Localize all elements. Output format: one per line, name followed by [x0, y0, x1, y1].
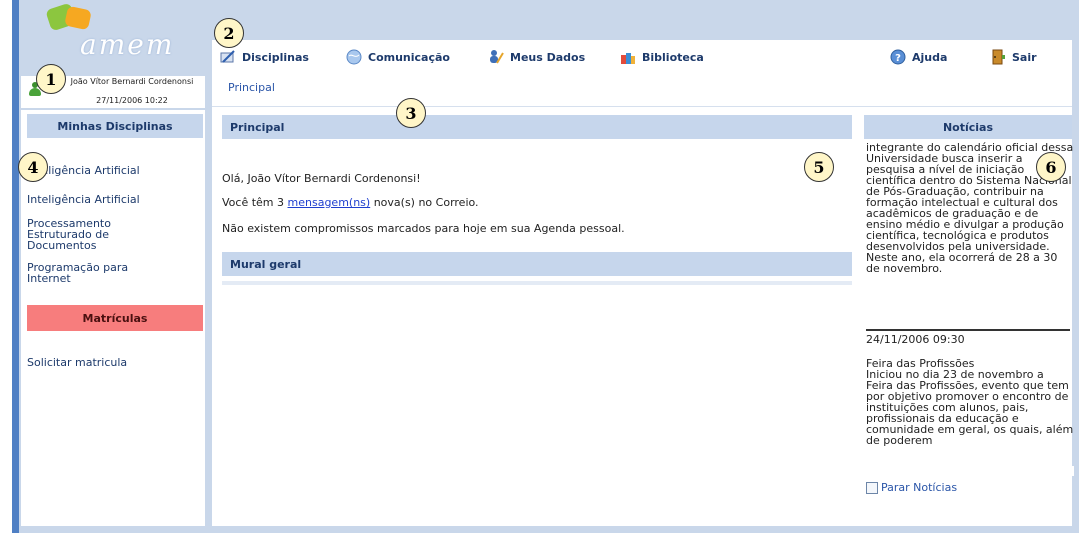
nav-disciplinas[interactable]: Disciplinas	[220, 48, 309, 66]
enroll-title: Matrículas	[27, 305, 203, 331]
user-datetime: 27/11/2006 10:22	[96, 96, 168, 105]
nav-disciplinas-label: Disciplinas	[242, 50, 309, 64]
globe-icon	[346, 49, 362, 65]
messages-suffix: nova(s) no Correio.	[370, 196, 479, 209]
nav-meus-dados-label: Meus Dados	[510, 50, 586, 64]
breadcrumb-bar	[212, 78, 1072, 107]
book-pen-icon	[220, 49, 236, 65]
nav-ajuda[interactable]: ? Ajuda	[890, 48, 947, 66]
enroll-request-link[interactable]: Solicitar matricula	[27, 357, 127, 368]
callout-1: 1	[36, 64, 66, 94]
breadcrumb[interactable]: Principal	[228, 81, 275, 94]
svg-text:?: ?	[895, 53, 901, 64]
nav-meus-dados[interactable]: Meus Dados	[488, 48, 585, 66]
callout-2: 2	[214, 18, 244, 48]
news-item-1-date: 24/11/2006 09:30	[866, 333, 965, 346]
stop-news-label: Parar Notícias	[881, 481, 958, 494]
messages-link[interactable]: mensagem(ns)	[288, 196, 371, 209]
messages-prefix: Você têm 3	[222, 196, 288, 209]
window-left-bar	[12, 0, 19, 533]
logo-text: amem	[80, 28, 175, 61]
nav-biblioteca[interactable]: Biblioteca	[620, 48, 704, 66]
sidebar-course-3[interactable]: Processamento Estruturado de Documentos	[27, 218, 147, 251]
user-name: João Vítor Bernardi Cordenonsi	[70, 77, 194, 86]
mural-content	[222, 281, 852, 285]
user-edit-icon	[488, 49, 504, 65]
nav-comunicacao[interactable]: Comunicação	[346, 48, 450, 66]
messages-line: Você têm 3 mensagem(ns) nova(s) no Corre…	[222, 196, 479, 209]
exit-door-icon	[990, 49, 1006, 65]
nav-comunicacao-label: Comunicação	[368, 50, 450, 64]
news-item-2-text: Iniciou no dia 23 de novembro a Feira da…	[866, 368, 1074, 447]
greeting-text: Olá, João Vítor Bernardi Cordenonsi!	[222, 172, 421, 185]
window-edge	[0, 0, 12, 533]
stop-news-toggle[interactable]: Parar Notícias	[866, 481, 957, 494]
callout-4: 4	[18, 152, 48, 182]
news-title: Notícias	[864, 115, 1072, 139]
nav-ajuda-label: Ajuda	[912, 50, 948, 64]
callout-3: 3	[396, 98, 426, 128]
nav-sair-label: Sair	[1012, 50, 1037, 64]
sidebar-course-1[interactable]: Inteligência Artificial	[27, 165, 197, 176]
nav-biblioteca-label: Biblioteca	[642, 50, 704, 64]
callout-6: 6	[1036, 152, 1066, 182]
news-divider	[866, 329, 1070, 331]
agenda-text: Não existem compromissos marcados para h…	[222, 222, 625, 235]
library-books-icon	[620, 49, 636, 65]
sidebar-title: Minhas Disciplinas	[27, 114, 203, 138]
main-title: Principal	[222, 115, 852, 139]
mural-title: Mural geral	[222, 252, 852, 276]
checkbox-icon[interactable]	[866, 481, 878, 494]
sidebar-course-4[interactable]: Programação para Internet	[27, 262, 167, 284]
sidebar-course-2[interactable]: Inteligência Artificial	[27, 194, 197, 205]
news-item-2: Feira das Profissões Iniciou no dia 23 de…	[866, 358, 1074, 446]
callout-5: 5	[804, 152, 834, 182]
nav-sair[interactable]: Sair	[990, 48, 1037, 66]
news-clip	[866, 466, 1074, 476]
help-icon: ?	[890, 49, 906, 65]
